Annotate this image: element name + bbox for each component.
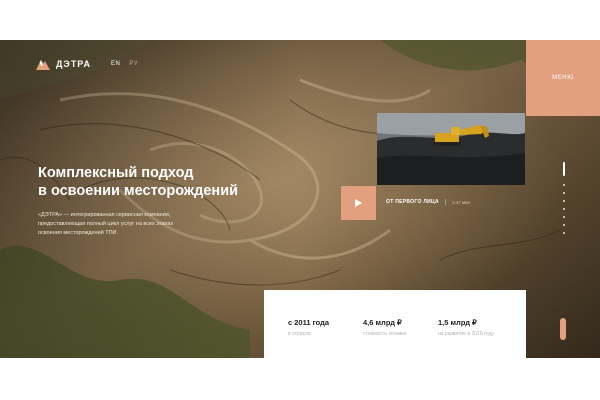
excavator-image	[377, 113, 525, 185]
hero-frame: ДЭТРА EN РУ МЕНЮ Комплексный подход в ос…	[0, 40, 600, 358]
video-caption[interactable]: ОТ ПЕРВОГО ЛИЦА 1:47 мин	[386, 199, 470, 205]
logo[interactable]: ДЭТРА	[36, 58, 91, 70]
pager-dot[interactable]	[563, 208, 565, 210]
stat-item: с 2011 года в отрасли	[288, 318, 329, 337]
menu-label: МЕНЮ	[552, 75, 574, 81]
play-button[interactable]	[341, 186, 376, 220]
video-thumbnail[interactable]	[377, 113, 525, 185]
pager-active-indicator[interactable]	[563, 162, 565, 176]
top-bar: ДЭТРА EN РУ	[0, 40, 600, 92]
stat-value: с 2011 года	[288, 318, 330, 327]
pager-dot[interactable]	[563, 192, 565, 194]
language-option-en[interactable]: EN	[111, 61, 120, 67]
pager-dot[interactable]	[563, 232, 565, 234]
pager-dot[interactable]	[563, 200, 565, 202]
pager-dot[interactable]	[563, 216, 565, 218]
language-option-ru[interactable]: РУ	[129, 61, 138, 67]
stat-value: 1,5 млрд ₽	[438, 318, 477, 327]
hero-description: «ДЭТРА» — интегрированная сервисная комп…	[38, 212, 174, 237]
stat-label: в отрасли	[288, 331, 311, 337]
stat-label: стоимость техники	[363, 331, 407, 337]
caption-divider	[444, 199, 446, 205]
scroll-indicator[interactable]	[560, 318, 566, 340]
stat-item: 1,5 млрд ₽ на развитие в 2018 году	[438, 318, 494, 337]
language-switcher: EN РУ	[111, 61, 138, 67]
stat-item: 4,6 млрд ₽ стоимость техники	[363, 318, 406, 337]
stats-panel: с 2011 года в отрасли 4,6 млрд ₽ стоимос…	[264, 290, 526, 358]
stat-label: на развитие в 2018 году	[438, 331, 494, 337]
video-duration: 1:47 мин	[451, 199, 470, 205]
headline-line-1: Комплексный подход	[38, 165, 194, 181]
mountain-logo-icon	[36, 60, 50, 70]
hero-headline: Комплексный подход в освоении месторожде…	[38, 164, 278, 200]
pager-dot[interactable]	[563, 224, 565, 226]
headline-line-2: в освоении месторождений	[38, 183, 239, 199]
stat-value: 4,6 млрд ₽	[363, 318, 402, 327]
pager-dot[interactable]	[563, 184, 565, 186]
slide-pager	[562, 162, 566, 242]
play-icon	[355, 199, 362, 207]
video-title: ОТ ПЕРВОГО ЛИЦА	[386, 199, 439, 205]
menu-button[interactable]: МЕНЮ	[526, 40, 600, 116]
logo-text: ДЭТРА	[56, 59, 92, 69]
